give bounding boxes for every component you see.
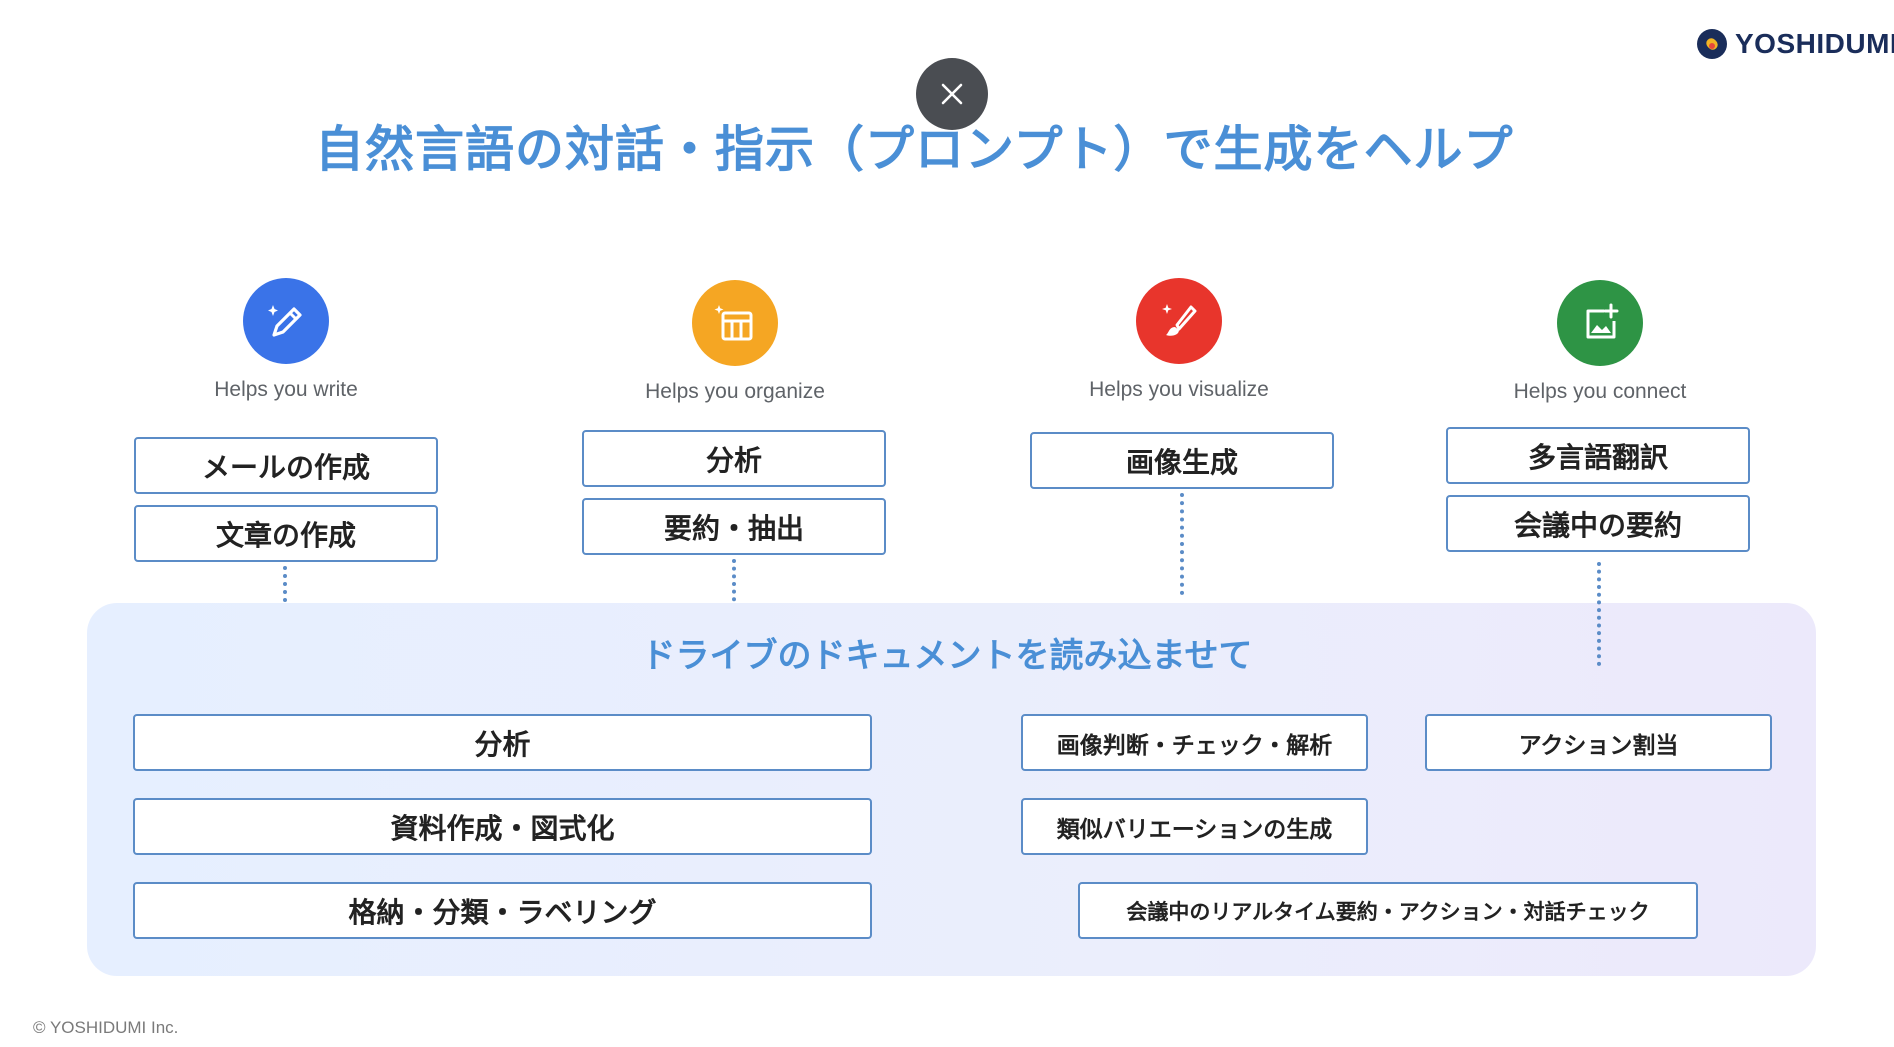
feature-connect: Helps you connect <box>1448 280 1752 404</box>
connector-organize <box>732 559 736 609</box>
tag-visualize-1: 画像生成 <box>1030 432 1334 489</box>
image-add-icon <box>1557 280 1643 366</box>
connector-visualize <box>1180 493 1184 595</box>
panel-item-document-creation: 資料作成・図式化 <box>133 798 872 855</box>
feature-organize: Helps you organize <box>583 280 887 404</box>
pen-sparkle-icon <box>243 278 329 364</box>
table-sparkle-icon <box>692 280 778 366</box>
tag-connect-1: 多言語翻訳 <box>1446 427 1750 484</box>
panel-item-storage-labeling: 格納・分類・ラベリング <box>133 882 872 939</box>
feature-label-visualize: Helps you visualize <box>1089 378 1269 401</box>
copyright-footer: © YOSHIDUMI Inc. <box>33 1018 179 1037</box>
slide: YOSHIDUMI 自然言語の対話・指示（プロンプト）で生成をヘルプ Helps… <box>0 0 1894 1047</box>
close-icon <box>941 83 963 105</box>
brush-sparkle-icon <box>1136 278 1222 364</box>
panel-item-variation-generation: 類似バリエーションの生成 <box>1021 798 1368 855</box>
logo-text: YOSHIDUMI <box>1735 28 1894 59</box>
company-logo: YOSHIDUMI <box>1697 28 1894 60</box>
panel-item-action-assignment: アクション割当 <box>1425 714 1772 771</box>
panel-item-realtime-meeting: 会議中のリアルタイム要約・アクション・対話チェック <box>1078 882 1698 939</box>
feature-visualize: Helps you visualize <box>1027 278 1331 402</box>
tag-connect-2: 会議中の要約 <box>1446 495 1750 552</box>
panel-item-analysis: 分析 <box>133 714 872 771</box>
tag-write-1: メールの作成 <box>134 437 438 494</box>
tag-write-2: 文章の作成 <box>134 505 438 562</box>
feature-label-organize: Helps you organize <box>645 380 825 403</box>
tag-organize-2: 要約・抽出 <box>582 498 886 555</box>
logo-mark-icon <box>1697 29 1727 59</box>
panel-item-image-check: 画像判断・チェック・解析 <box>1021 714 1368 771</box>
page-title: 自然言語の対話・指示（プロンプト）で生成をヘルプ <box>315 121 1514 178</box>
feature-label-connect: Helps you connect <box>1513 380 1687 403</box>
tag-organize-1: 分析 <box>582 430 886 487</box>
panel-title: ドライブのドキュメントを読み込ませて <box>641 636 1253 676</box>
feature-write: Helps you write <box>134 278 438 402</box>
feature-label-write: Helps you write <box>214 378 358 401</box>
